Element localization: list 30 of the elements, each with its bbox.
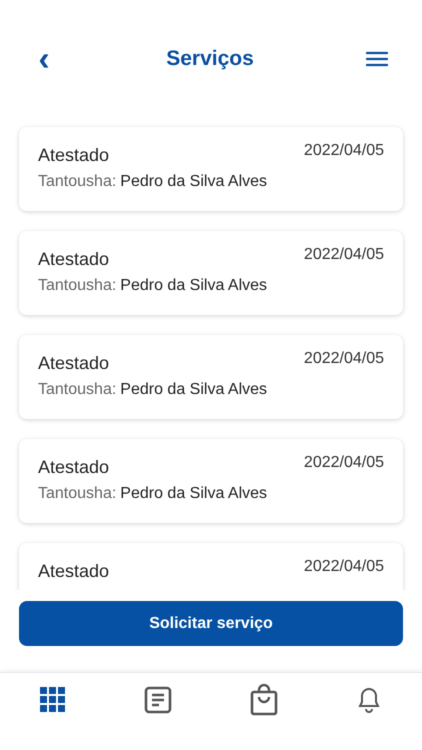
service-card[interactable]: Atestado 2022/04/05 Tantousha: Pedro da Silva Alves: [19, 335, 403, 419]
service-date: 2022/04/05: [304, 453, 384, 473]
responsible-name: Pedro da Silva Alves: [120, 276, 268, 296]
page-title: Serviços: [166, 46, 254, 72]
service-title: Atestado: [38, 248, 110, 270]
responsible-label: Tantousha:: [38, 276, 116, 296]
service-card[interactable]: Atestado 2022/04/05 Tantousha: Pedro da Silva Alves: [19, 231, 403, 315]
responsible-name: Pedro da Silva Alves: [120, 380, 268, 400]
service-date: 2022/04/05: [304, 141, 384, 161]
service-card[interactable]: Atestado 2022/04/05 Tantousha: Pedro da Silva Alves: [19, 127, 403, 211]
service-title: Atestado: [38, 456, 110, 478]
service-date: 2022/04/05: [304, 349, 384, 369]
service-title: Atestado: [38, 560, 110, 582]
service-card[interactable]: Atestado 2022/04/05: [19, 543, 403, 590]
service-date: 2022/04/05: [304, 557, 384, 577]
responsible-label: Tantousha:: [38, 172, 116, 192]
service-card[interactable]: Atestado 2022/04/05 Tantousha: Pedro da Silva Alves: [19, 439, 403, 523]
request-service-button[interactable]: Solicitar serviço: [19, 601, 403, 646]
document-icon[interactable]: [144, 686, 172, 714]
service-date: 2022/04/05: [304, 245, 384, 265]
responsible-label: Tantousha:: [38, 380, 116, 400]
back-button[interactable]: ‹: [34, 44, 54, 74]
bell-icon[interactable]: [358, 686, 380, 712]
responsible-label: Tantousha:: [38, 484, 116, 504]
responsible-name: Pedro da Silva Alves: [120, 172, 268, 192]
service-title: Atestado: [38, 144, 110, 166]
shopping-bag-icon[interactable]: [250, 684, 278, 716]
service-title: Atestado: [38, 352, 110, 374]
grid-icon[interactable]: [40, 687, 66, 712]
responsible-name: Pedro da Silva Alves: [120, 484, 268, 504]
